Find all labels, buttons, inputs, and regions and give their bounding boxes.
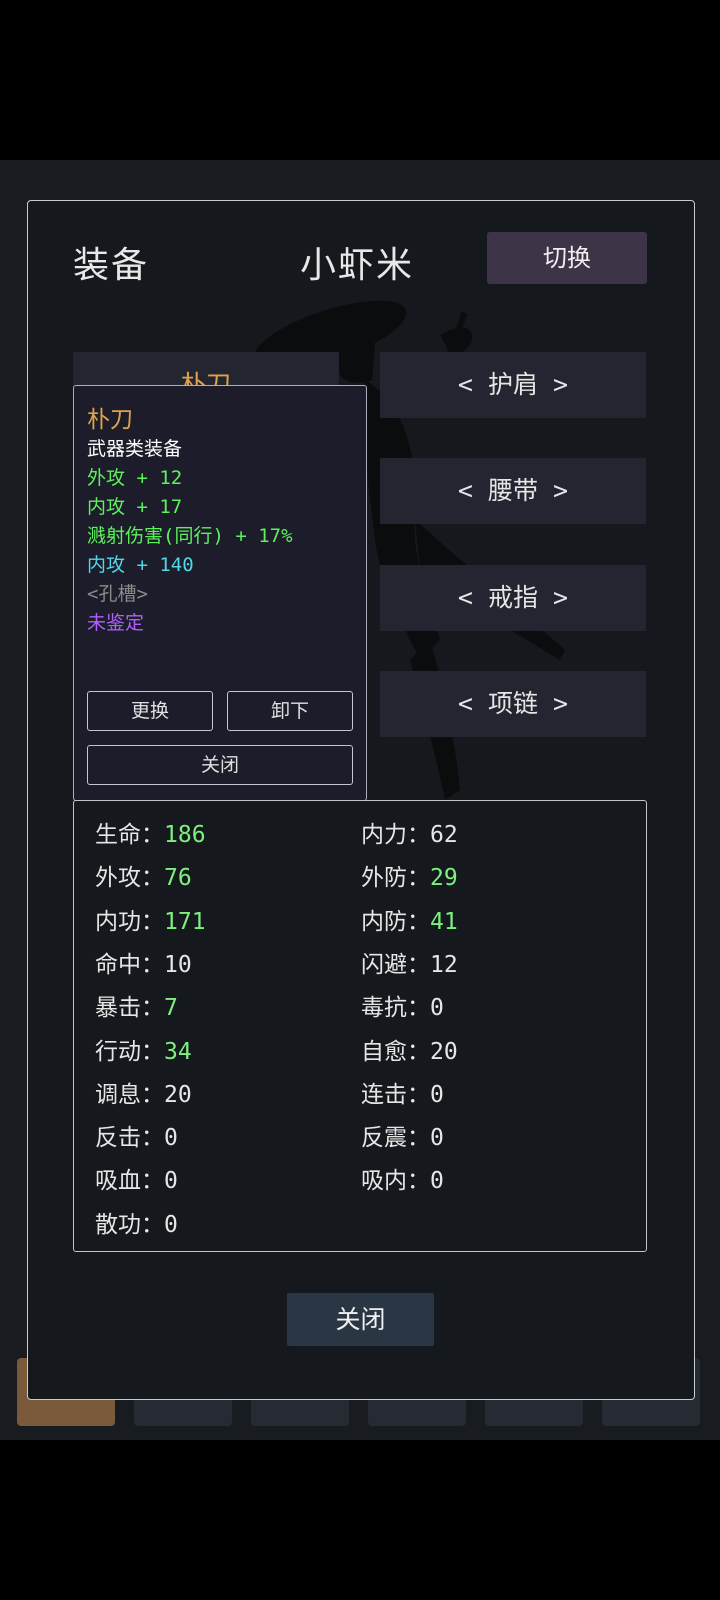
- stat-value: 7: [164, 995, 178, 1022]
- stat-value: 0: [164, 1211, 178, 1238]
- stat-value: 0: [430, 1125, 444, 1152]
- item-unidentified: 未鉴定: [87, 612, 145, 634]
- stat-label: 闪避：: [361, 951, 430, 978]
- slot-shoulder[interactable]: < 护肩 >: [380, 352, 646, 418]
- stat-value: 0: [164, 1168, 178, 1195]
- stat-value: 0: [430, 1168, 444, 1195]
- stat-row: 连击：0: [361, 1075, 444, 1109]
- stat-row: 暴击：7: [95, 988, 178, 1022]
- switch-button[interactable]: 切换: [487, 232, 647, 284]
- item-socket: <孔槽>: [87, 583, 148, 605]
- stat-value: 0: [430, 1081, 444, 1108]
- stat-label: 反击：: [95, 1125, 164, 1152]
- stat-row: 内防：41: [361, 902, 458, 936]
- stat-label: 调息：: [95, 1081, 164, 1108]
- stat-value: 29: [430, 865, 458, 892]
- item-attr: 内攻 + 17: [87, 496, 183, 518]
- item-tooltip: 朴刀 武器类装备 外攻 + 12 内攻 + 17 溅射伤害(同行) + 17% …: [73, 385, 367, 801]
- stat-label: 内防：: [361, 908, 430, 935]
- character-name: 小虾米: [300, 245, 415, 286]
- tooltip-close-button[interactable]: 关闭: [87, 745, 353, 785]
- stat-label: 吸血：: [95, 1168, 164, 1195]
- stat-value: 0: [164, 1125, 178, 1152]
- item-category: 武器类装备: [87, 438, 183, 460]
- stat-value: 0: [430, 995, 444, 1022]
- stat-value: 76: [164, 865, 192, 892]
- slot-belt[interactable]: < 腰带 >: [380, 458, 646, 524]
- stat-value: 10: [164, 951, 192, 978]
- stat-label: 吸内：: [361, 1168, 430, 1195]
- stat-row: 行动：34: [95, 1032, 192, 1066]
- stat-label: 生命：: [95, 822, 164, 848]
- stat-row: 命中：10: [95, 945, 192, 979]
- stat-value: 34: [164, 1038, 192, 1065]
- stat-row: 调息：20: [95, 1075, 192, 1109]
- stat-row: 生命：186: [95, 815, 206, 849]
- stat-row: 内功：171: [95, 902, 206, 936]
- slot-necklace[interactable]: < 项链 >: [380, 671, 646, 737]
- stat-label: 毒抗：: [361, 995, 430, 1022]
- stat-row: 吸内：0: [361, 1161, 444, 1195]
- section-title: 装备: [73, 245, 150, 286]
- stat-row: 闪避：12: [361, 945, 458, 979]
- slot-ring[interactable]: < 戒指 >: [380, 565, 646, 631]
- stat-row: 内力：62: [361, 815, 458, 849]
- item-name: 朴刀: [87, 407, 133, 433]
- stat-row: 反击：0: [95, 1118, 178, 1152]
- stat-label: 命中：: [95, 951, 164, 978]
- stat-value: 20: [430, 1038, 458, 1065]
- stat-row: 自愈：20: [361, 1032, 458, 1066]
- stat-row: 吸血：0: [95, 1161, 178, 1195]
- replace-button[interactable]: 更换: [87, 691, 213, 731]
- stat-value: 62: [430, 822, 458, 848]
- stat-label: 连击：: [361, 1081, 430, 1108]
- stat-label: 内功：: [95, 908, 164, 935]
- stat-label: 散功：: [95, 1211, 164, 1238]
- stat-label: 反震：: [361, 1125, 430, 1152]
- stat-label: 内力：: [361, 822, 430, 848]
- stat-row: 外攻：76: [95, 858, 192, 892]
- stat-label: 外攻：: [95, 865, 164, 892]
- stat-label: 行动：: [95, 1038, 164, 1065]
- stat-value: 186: [164, 822, 206, 848]
- item-attr: 溅射伤害(同行) + 17%: [87, 525, 293, 547]
- stat-row: 外防：29: [361, 858, 458, 892]
- stat-label: 外防：: [361, 865, 430, 892]
- stat-value: 171: [164, 908, 206, 935]
- stat-value: 12: [430, 951, 458, 978]
- stat-value: 41: [430, 908, 458, 935]
- stat-row: 毒抗：0: [361, 988, 444, 1022]
- stat-row: 反震：0: [361, 1118, 444, 1152]
- item-attr: 外攻 + 12: [87, 467, 183, 489]
- stat-label: 自愈：: [361, 1038, 430, 1065]
- unequip-button[interactable]: 卸下: [227, 691, 353, 731]
- stat-value: 20: [164, 1081, 192, 1108]
- stat-label: 暴击：: [95, 995, 164, 1022]
- item-attr: 内攻 + 140: [87, 554, 194, 576]
- close-button[interactable]: 关闭: [287, 1293, 434, 1346]
- stat-row: 散功：0: [95, 1205, 178, 1239]
